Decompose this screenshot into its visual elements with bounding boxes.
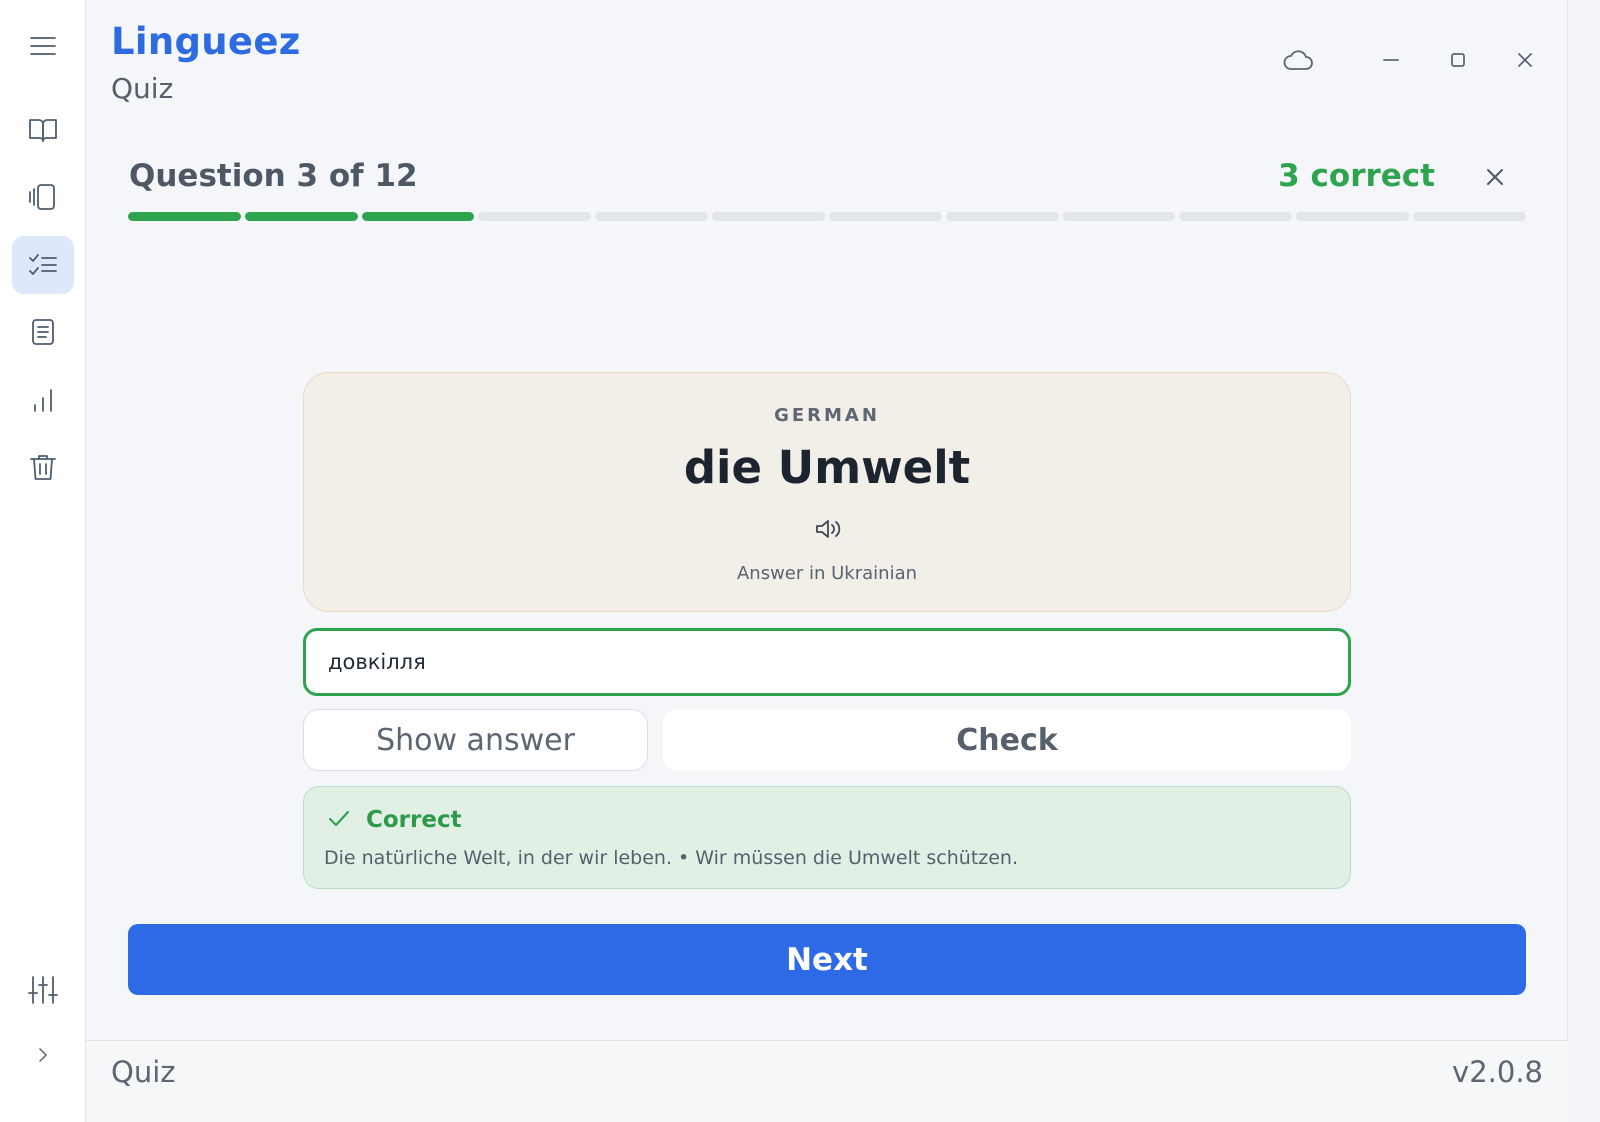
- next-button[interactable]: Next: [128, 924, 1526, 995]
- sidebar-expand-button[interactable]: [12, 1026, 74, 1084]
- sidebar-item-dictionary[interactable]: [12, 101, 74, 159]
- bar-chart-icon: [34, 389, 52, 412]
- sync-button[interactable]: [1278, 40, 1318, 80]
- feedback-text: Die natürliche Welt, in der wir leben. •…: [324, 847, 1019, 869]
- progress-segment: [712, 212, 825, 221]
- hamburger-menu-icon: [30, 37, 56, 55]
- version-label: v2.0.8: [1452, 1055, 1543, 1089]
- pronounce-button[interactable]: [812, 514, 846, 544]
- checklist-icon: [29, 254, 57, 275]
- progress-segment: [1062, 212, 1176, 221]
- sliders-icon: [28, 976, 58, 1004]
- status-bar: Quiz v2.0.8: [86, 1040, 1568, 1122]
- minimize-button[interactable]: [1371, 40, 1411, 80]
- correct-count: 3 correct: [1278, 158, 1435, 194]
- question-card: GERMAN die Umwelt Answer in Ukrainian: [303, 372, 1351, 612]
- app-window: Lingueez Quiz Question 3 of 12 3 correct…: [0, 0, 1568, 1122]
- sidebar: [0, 0, 86, 1122]
- progress-segment: [828, 212, 942, 221]
- show-answer-button[interactable]: Show answer: [303, 709, 648, 771]
- maximize-button[interactable]: [1438, 40, 1478, 80]
- answer-input[interactable]: [303, 628, 1351, 696]
- sidebar-item-quiz[interactable]: [12, 236, 74, 294]
- sidebar-item-trash[interactable]: [12, 438, 74, 496]
- chevron-right-icon: [39, 1048, 47, 1062]
- speaker-icon: [816, 520, 841, 538]
- card-word: die Umwelt: [683, 441, 971, 494]
- close-icon: [1487, 169, 1503, 185]
- exit-quiz-button[interactable]: [1478, 160, 1512, 194]
- close-icon: [1518, 53, 1532, 67]
- trash-icon: [30, 455, 56, 480]
- minimize-icon: [1383, 59, 1399, 61]
- sidebar-item-statistics[interactable]: [12, 371, 74, 429]
- answer-hint: Answer in Ukrainian: [736, 563, 918, 584]
- maximize-icon: [1451, 53, 1465, 67]
- check-button[interactable]: Check: [663, 709, 1351, 771]
- app-title: Lingueez: [111, 20, 301, 63]
- progress-segment: [1179, 212, 1293, 221]
- progress-segment: [1296, 212, 1410, 221]
- progress-segment: [244, 212, 358, 221]
- checkmark-icon: [326, 806, 352, 832]
- page-subtitle: Quiz: [111, 72, 174, 105]
- progress-segment: [1413, 212, 1526, 221]
- status-page-name: Quiz: [111, 1055, 176, 1089]
- close-window-button[interactable]: [1505, 40, 1545, 80]
- progress-segment: [361, 212, 475, 221]
- open-book-icon: [29, 119, 57, 142]
- progress-segment: [128, 212, 241, 221]
- card-language: GERMAN: [774, 405, 880, 426]
- document-icon: [32, 319, 54, 345]
- progress-segment: [945, 212, 1059, 221]
- cloud-icon: [1283, 50, 1313, 70]
- cards-icon: [29, 184, 55, 210]
- quiz-progress-bar: [128, 212, 1526, 221]
- sidebar-item-notes[interactable]: [12, 303, 74, 361]
- progress-segment: [595, 212, 709, 221]
- progress-segment: [478, 212, 592, 221]
- sidebar-item-flashcards[interactable]: [12, 168, 74, 226]
- sidebar-item-settings[interactable]: [12, 961, 74, 1019]
- sidebar-menu-button[interactable]: [12, 17, 74, 75]
- feedback-panel: Correct Die natürliche Welt, in der wir …: [303, 786, 1351, 889]
- feedback-title: Correct: [366, 807, 462, 833]
- question-counter: Question 3 of 12: [129, 158, 418, 194]
